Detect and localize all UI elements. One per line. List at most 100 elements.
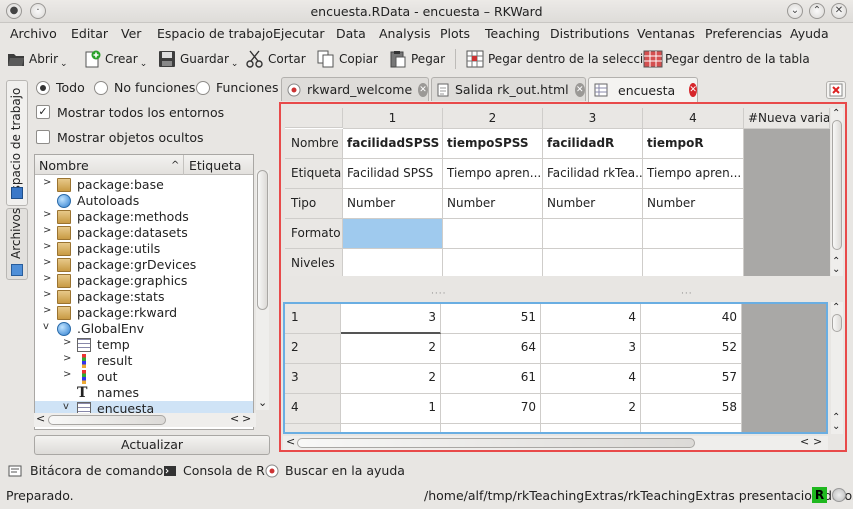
tree-item[interactable]: > package:datasets [35, 225, 253, 241]
expand-arrow-icon[interactable]: > [43, 273, 51, 284]
meta-cell[interactable]: Number [643, 189, 744, 219]
data-row-header[interactable]: 2 [285, 334, 341, 364]
column-header[interactable]: 2 [443, 108, 543, 129]
filter-todo-label[interactable]: Todo [56, 80, 85, 95]
tree-item[interactable]: > out [35, 369, 253, 385]
data-cell[interactable]: 2 [341, 424, 441, 432]
show-all-envs-checkbox[interactable]: ✓ [36, 105, 50, 119]
close-icon[interactable]: ✕ [418, 82, 428, 97]
show-all-envs-label[interactable]: Mostrar todos los entornos [57, 105, 224, 120]
data-cell[interactable]: 61 [441, 364, 541, 394]
data-vscroll-thumb[interactable] [832, 314, 842, 332]
data-cell[interactable]: 64 [441, 334, 541, 364]
menu-ventanas[interactable]: Ventanas [637, 26, 695, 41]
tree-item[interactable]: > package:rkward [35, 305, 253, 321]
expanded-arrow-icon[interactable]: v [63, 401, 69, 412]
menu-espacio-de-trabajo[interactable]: Espacio de trabajo [157, 26, 273, 41]
data-cell[interactable]: 52 [641, 334, 742, 364]
refresh-button[interactable]: Actualizar [34, 435, 270, 455]
chevron-down-icon[interactable]: ⌄ [140, 59, 148, 69]
expand-arrow-icon[interactable]: > [43, 305, 51, 316]
meta-cell[interactable]: facilidadR [543, 129, 643, 159]
tree-item[interactable]: v .GlobalEnv [35, 321, 253, 337]
filter-no-funciones-radio[interactable] [94, 81, 108, 95]
tree-item[interactable]: > package:utils [35, 241, 253, 257]
minimize-button[interactable]: ⌄ [787, 3, 803, 19]
scroll-down-icon[interactable]: ⌄ [832, 264, 840, 275]
tree-item[interactable]: > package:graphics [35, 273, 253, 289]
column-header[interactable]: 1 [343, 108, 443, 129]
tab-output[interactable]: Salida rk_out.html ✕ [431, 77, 586, 101]
meta-cell[interactable] [343, 219, 443, 249]
filter-no-funciones-label[interactable]: No funciones [114, 80, 195, 95]
tree-item[interactable]: > package:stats [35, 289, 253, 305]
tree-col-label[interactable]: Etiqueta [189, 158, 241, 173]
tree-hscroll-thumb[interactable] [48, 415, 166, 425]
meta-cell[interactable]: Tiempo apren... [443, 159, 543, 189]
command-log-button[interactable]: Bitácora de comandos [8, 463, 170, 478]
show-hidden-label[interactable]: Mostrar objetos ocultos [57, 130, 204, 145]
data-cell[interactable]: 59 [441, 424, 541, 432]
tree-item[interactable]: Autoloads [35, 193, 253, 209]
menu-distributions[interactable]: Distributions [550, 26, 629, 41]
paste-into-selection-button[interactable]: Pegar dentro de la selección [466, 47, 658, 71]
data-cell[interactable]: 3 [541, 424, 641, 432]
data-hscroll-thumb[interactable] [297, 438, 695, 448]
meta-cell[interactable]: Facilidad SPSS [343, 159, 443, 189]
meta-row-header[interactable]: Etiqueta [285, 159, 343, 189]
tree-item[interactable]: > result [35, 353, 253, 369]
data-row-header[interactable]: 5 [285, 424, 341, 432]
tree-item[interactable]: Tnames [35, 385, 253, 401]
meta-cell[interactable]: Number [443, 189, 543, 219]
splitter-handle[interactable]: ···· [431, 289, 446, 299]
data-cell[interactable]: 3 [541, 334, 641, 364]
meta-vscroll[interactable]: ⌃ ⌃ ⌄ [831, 108, 843, 276]
data-cell[interactable]: 2 [541, 394, 641, 424]
meta-cell[interactable] [643, 219, 744, 249]
menu-archivo[interactable]: Archivo [10, 26, 57, 41]
meta-cell[interactable]: tiempoSPSS [443, 129, 543, 159]
data-cell[interactable]: 40 [641, 304, 742, 334]
expand-arrow-icon[interactable]: > [63, 337, 71, 348]
scroll-down-icon[interactable]: ⌄ [258, 396, 267, 409]
data-cell[interactable]: 2 [341, 334, 441, 364]
data-vscroll[interactable]: ⌃ ⌃ ⌄ [831, 302, 843, 434]
filter-todo-radio[interactable] [36, 81, 50, 95]
tree-item[interactable]: > temp [35, 337, 253, 353]
tab-files[interactable]: Archivos [6, 208, 28, 280]
menu-ver[interactable]: Ver [121, 26, 141, 41]
create-button[interactable]: Crear ⌄ [83, 47, 147, 71]
scroll-up-icon[interactable]: ⌃ [832, 108, 840, 119]
interrupt-icon[interactable] [832, 488, 846, 502]
close-icon[interactable]: ✕ [689, 83, 697, 97]
tree-vscroll-thumb[interactable] [257, 170, 268, 310]
data-cell[interactable]: 4 [541, 304, 641, 334]
close-window-button[interactable]: ✕ [831, 3, 847, 19]
close-document-button[interactable] [826, 81, 846, 99]
paste-button[interactable]: Pegar [389, 47, 445, 71]
tree-item[interactable]: > package:grDevices [35, 257, 253, 273]
expand-arrow-icon[interactable]: > [43, 241, 51, 252]
expand-arrow-icon[interactable]: > [43, 225, 51, 236]
meta-cell[interactable] [443, 249, 543, 276]
scroll-down-icon[interactable]: ⌄ [832, 421, 840, 432]
meta-row-header[interactable]: Nombre [285, 129, 343, 159]
scroll-up-icon[interactable]: ⌃ [832, 302, 840, 313]
show-hidden-checkbox[interactable] [36, 130, 50, 144]
copy-button[interactable]: Copiar [317, 47, 378, 71]
chevron-down-icon[interactable]: ⌄ [60, 59, 68, 69]
expand-arrow-icon[interactable]: > [63, 369, 71, 380]
data-row-header[interactable]: 4 [285, 394, 341, 424]
meta-cell[interactable]: Number [543, 189, 643, 219]
tab-encuesta[interactable]: encuesta ✕ [588, 77, 698, 102]
tree-vscroll[interactable] [256, 170, 269, 410]
paste-into-table-button[interactable]: Pegar dentro de la tabla [643, 47, 810, 71]
meta-cell[interactable]: Facilidad rkTea... [543, 159, 643, 189]
tree-item[interactable]: > package:methods [35, 209, 253, 225]
chevron-down-icon[interactable]: ⌄ [231, 59, 239, 69]
scroll-left-icon[interactable]: < [230, 412, 239, 425]
menu-plots[interactable]: Plots [440, 26, 470, 41]
menu-data[interactable]: Data [336, 26, 366, 41]
data-cell[interactable]: 2 [341, 364, 441, 394]
new-variable-header[interactable]: #Nueva variabl [744, 108, 830, 129]
